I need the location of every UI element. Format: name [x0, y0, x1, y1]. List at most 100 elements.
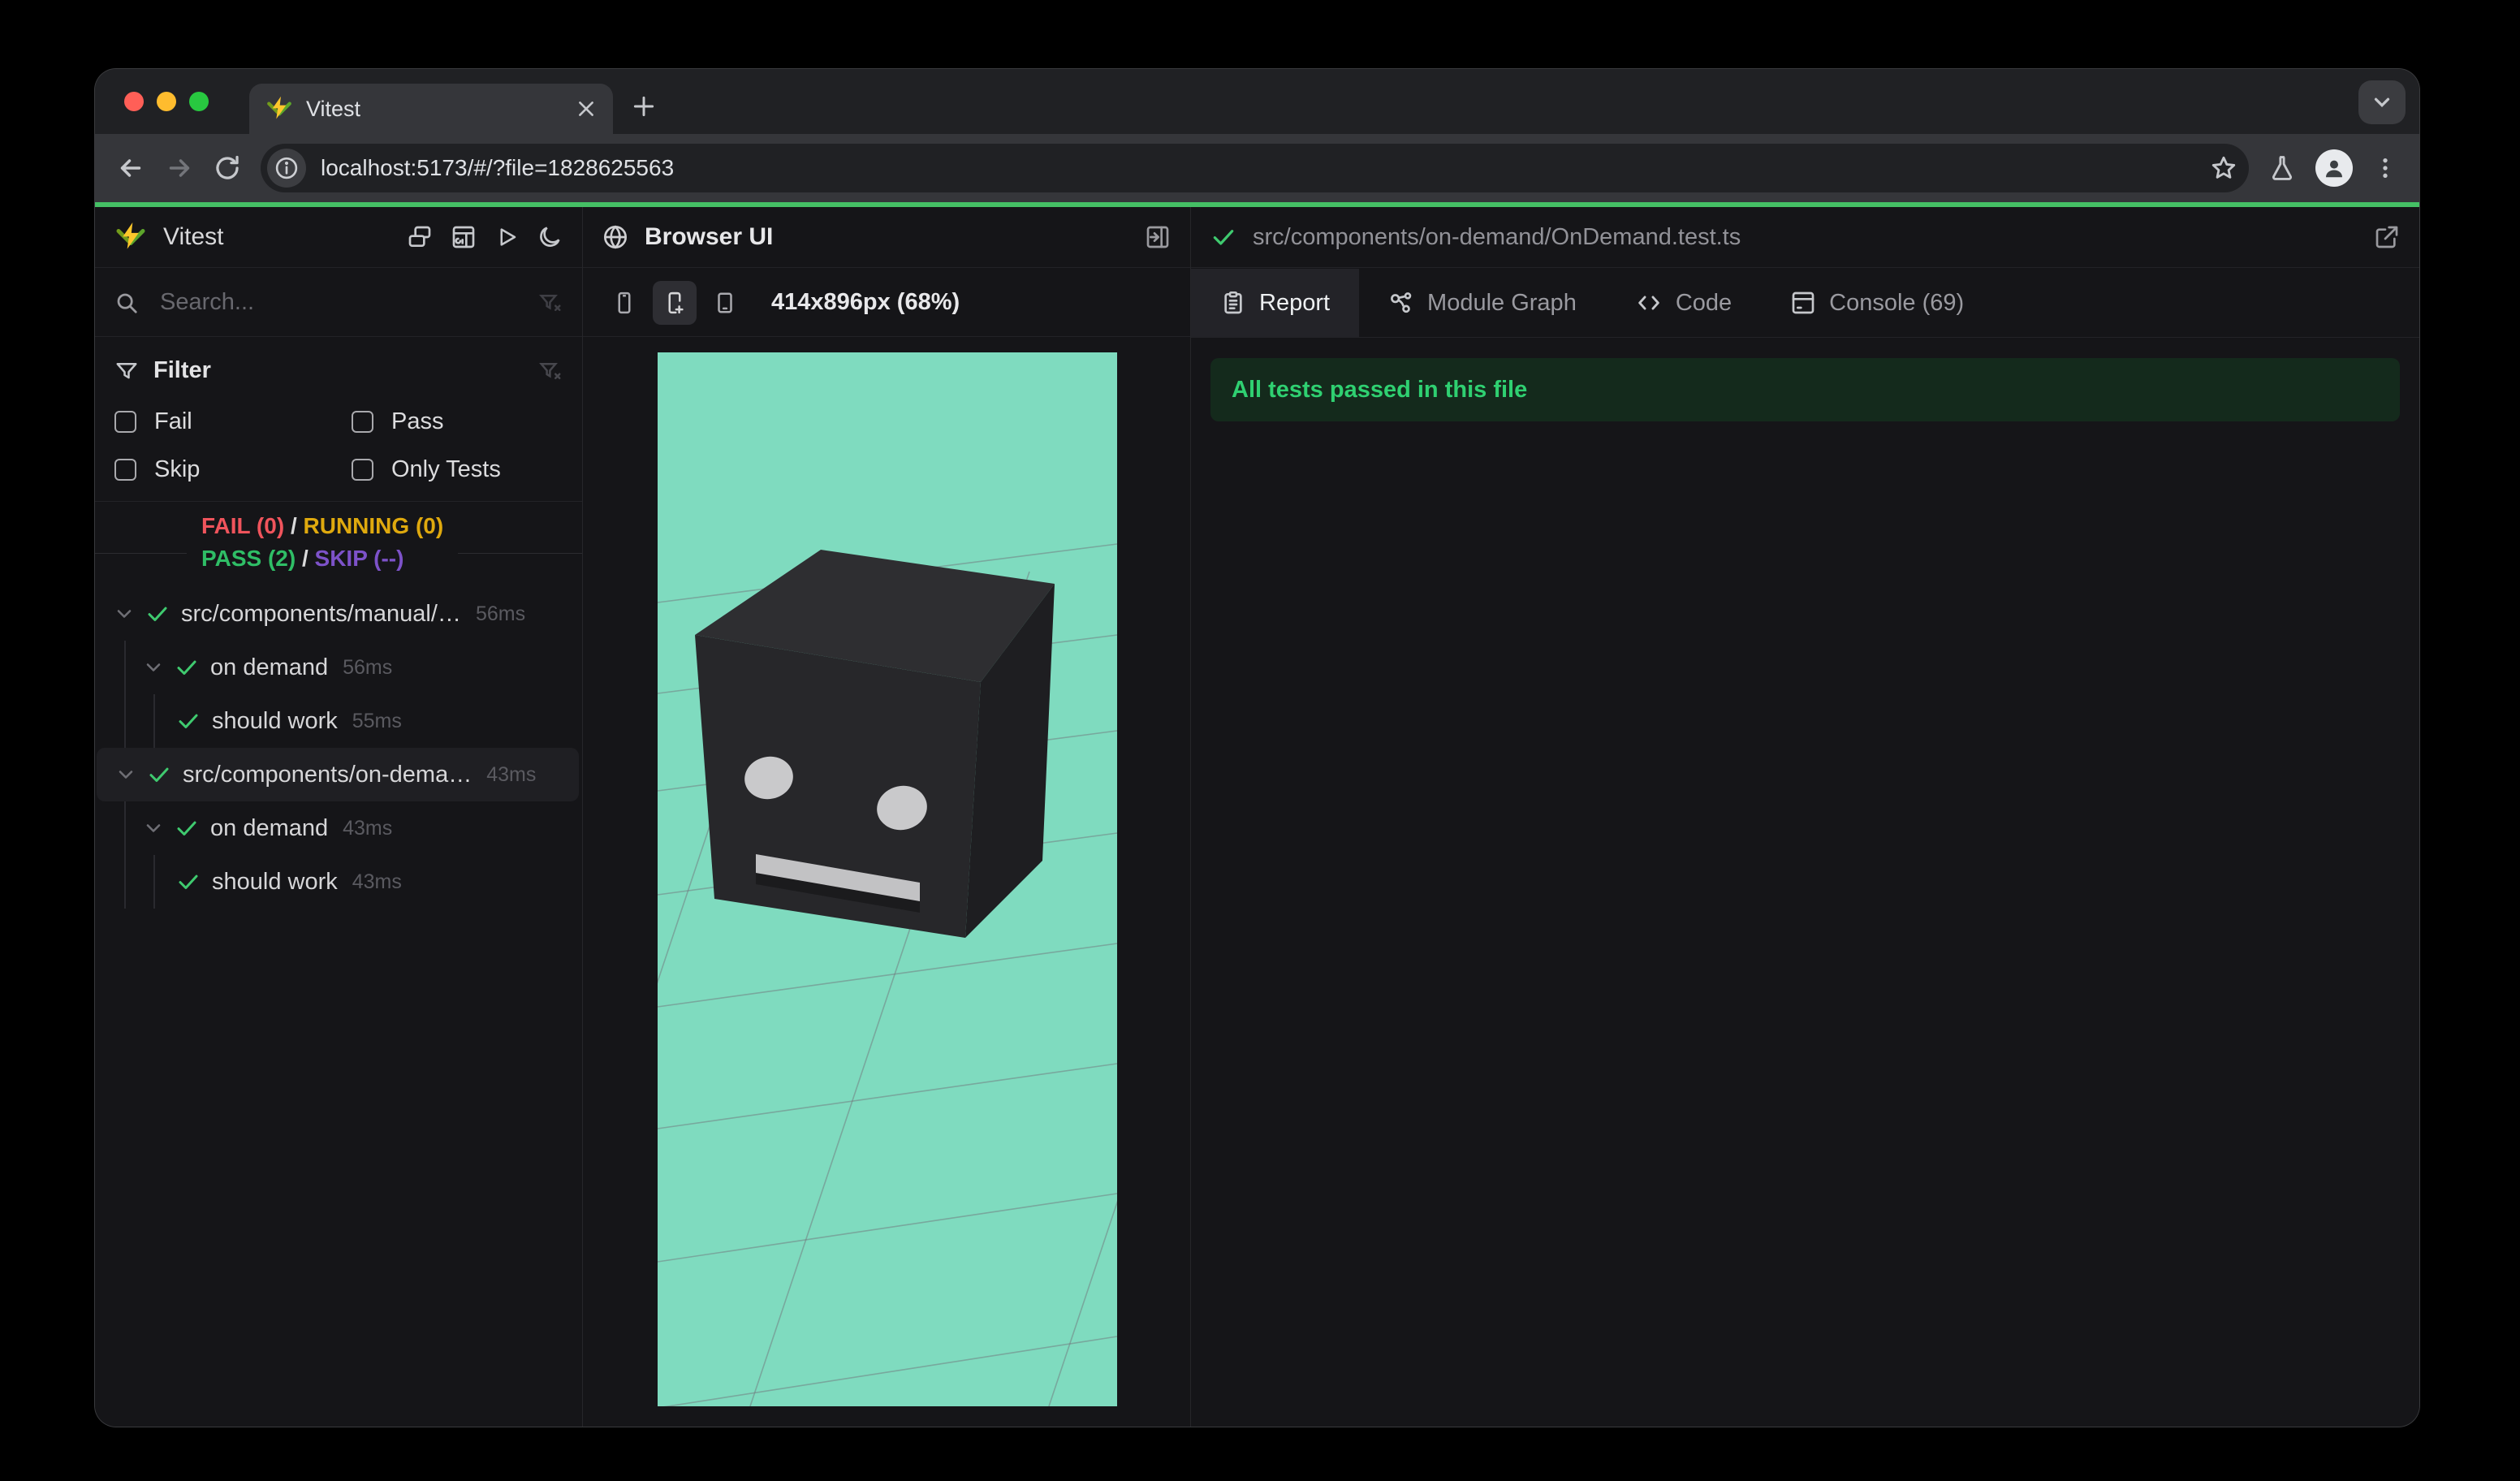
test-label: on demand: [210, 814, 329, 841]
search-icon: [114, 291, 139, 315]
filter-option-skip[interactable]: Skip: [114, 456, 352, 483]
indent-guide: [124, 641, 126, 694]
tab-module-graph[interactable]: Module Graph: [1359, 269, 1606, 337]
pass-check-icon: [175, 655, 199, 680]
checkbox[interactable]: [114, 411, 136, 433]
globe-icon: [602, 224, 628, 250]
filter-option-only-tests[interactable]: Only Tests: [352, 456, 563, 483]
expand-chevron-icon[interactable]: [113, 602, 136, 625]
filter-option-label: Pass: [391, 408, 444, 434]
maximize-window-button[interactable]: [189, 92, 209, 111]
expand-chevron-icon[interactable]: [142, 656, 165, 679]
bookmark-star-icon[interactable]: [2210, 154, 2237, 182]
coverage-dashboard-icon[interactable]: [451, 224, 477, 250]
back-button[interactable]: [116, 153, 145, 183]
test-label: src/components/on-dema…: [183, 761, 472, 788]
pass-check-icon: [175, 816, 199, 840]
3d-scene: [658, 543, 1117, 1406]
open-panel-right-icon[interactable]: [1145, 224, 1171, 250]
test-tree-row[interactable]: src/components/manual/… 56ms: [95, 587, 582, 641]
dark-mode-moon-icon[interactable]: [537, 224, 563, 250]
tab-close-icon[interactable]: [576, 98, 597, 119]
filter-section: Filter Fail Pass Skip Only Tests: [95, 338, 582, 502]
pass-check-icon: [147, 762, 171, 787]
test-tree-row[interactable]: on demand 43ms: [95, 801, 582, 855]
filter-option-fail[interactable]: Fail: [114, 408, 352, 435]
indent-guide: [153, 855, 155, 909]
panel-title: Browser UI: [645, 223, 774, 250]
test-tree-row[interactable]: src/components/on-dema… 43ms: [97, 748, 579, 801]
viewport-size-label: 414x896px (68%): [771, 289, 960, 315]
device-phone-button[interactable]: [602, 281, 646, 325]
site-info-icon[interactable]: [267, 149, 306, 188]
run-all-play-icon[interactable]: [494, 224, 519, 250]
tab-search-button[interactable]: [2358, 80, 2406, 124]
selected-file-path: src/components/on-demand/OnDemand.test.t…: [1253, 223, 1741, 250]
filter-option-label: Fail: [154, 408, 192, 434]
test-duration: 56ms: [475, 602, 526, 625]
expand-chevron-icon[interactable]: [142, 817, 165, 840]
profile-avatar[interactable]: [2315, 149, 2353, 187]
test-tree-row[interactable]: on demand 56ms: [95, 641, 582, 694]
test-summary: FAIL (0) / RUNNING (0) PASS (2) / SKIP (…: [95, 502, 582, 587]
tab-strip: Vitest: [95, 69, 2419, 134]
close-window-button[interactable]: [124, 92, 144, 111]
report-tab-bar: Report Module Graph Code Console (69): [1191, 269, 2419, 338]
pass-check-icon: [145, 602, 170, 626]
checkbox[interactable]: [352, 411, 373, 433]
browser-preview-viewport[interactable]: [658, 352, 1117, 1406]
test-tree-row[interactable]: should work 55ms: [95, 694, 582, 748]
window-controls: [124, 92, 209, 111]
search-bar[interactable]: Search...: [95, 269, 582, 337]
pass-check-icon: [176, 709, 201, 733]
checkbox[interactable]: [114, 459, 136, 481]
tab-title: Vitest: [306, 96, 361, 121]
minimize-window-button[interactable]: [157, 92, 176, 111]
test-label: should work: [212, 707, 338, 734]
tab-console-69[interactable]: Console (69): [1761, 269, 1993, 337]
browser-toolbar: localhost:5173/#/?file=1828625563: [95, 134, 2419, 202]
filter-option-label: Skip: [154, 456, 201, 482]
device-phone-plus-button[interactable]: [653, 280, 697, 325]
test-duration: 56ms: [343, 655, 393, 679]
filter-funnel-icon: [114, 359, 139, 383]
test-duration: 55ms: [352, 709, 402, 732]
clear-search-filter-icon[interactable]: [538, 291, 563, 315]
test-label: should work: [212, 868, 338, 895]
test-duration: 43ms: [343, 816, 393, 840]
summary-line-bottom: PASS (2) / SKIP (--): [201, 546, 404, 571]
test-label: src/components/manual/…: [181, 600, 461, 627]
tab-code[interactable]: Code: [1606, 269, 1761, 337]
clear-filters-icon[interactable]: [538, 359, 563, 383]
all-tests-passed-banner: All tests passed in this file: [1210, 358, 2400, 421]
checkbox[interactable]: [352, 459, 373, 481]
robot-cube: [695, 550, 1055, 938]
filter-option-pass[interactable]: Pass: [352, 408, 563, 435]
test-duration: 43ms: [352, 870, 402, 893]
new-tab-button[interactable]: [631, 93, 657, 119]
reload-button[interactable]: [214, 154, 241, 182]
report-panel: src/components/on-demand/OnDemand.test.t…: [1191, 207, 2419, 1427]
summary-line-top: FAIL (0) / RUNNING (0): [201, 513, 444, 538]
expand-chevron-icon[interactable]: [114, 763, 137, 786]
device-tablet-button[interactable]: [703, 281, 747, 325]
address-bar[interactable]: localhost:5173/#/?file=1828625563: [261, 144, 2249, 192]
experiments-flask-icon[interactable]: [2268, 154, 2296, 182]
dashboard-overlay-icon[interactable]: [407, 224, 433, 250]
forward-button[interactable]: [165, 153, 194, 183]
test-tree-row[interactable]: should work 43ms: [95, 855, 582, 909]
browser-menu-icon[interactable]: [2372, 155, 2398, 181]
test-tree: src/components/manual/… 56ms on demand 56ms…: [95, 587, 582, 1427]
browser-ui-panel: Browser UI 414x896px (68%): [583, 207, 1190, 1427]
report-icon: [1220, 290, 1246, 316]
filter-title: Filter: [153, 357, 211, 383]
url-text[interactable]: localhost:5173/#/?file=1828625563: [321, 155, 2210, 181]
tab-report[interactable]: Report: [1191, 269, 1360, 337]
indent-guide: [124, 694, 126, 748]
tab-label: Console (69): [1829, 289, 1965, 316]
graph-icon: [1388, 290, 1414, 316]
skip-count: SKIP (--): [314, 546, 404, 571]
search-input[interactable]: Search...: [160, 289, 538, 316]
open-in-new-tab-icon[interactable]: [2374, 224, 2400, 250]
browser-tab[interactable]: Vitest: [249, 84, 613, 134]
